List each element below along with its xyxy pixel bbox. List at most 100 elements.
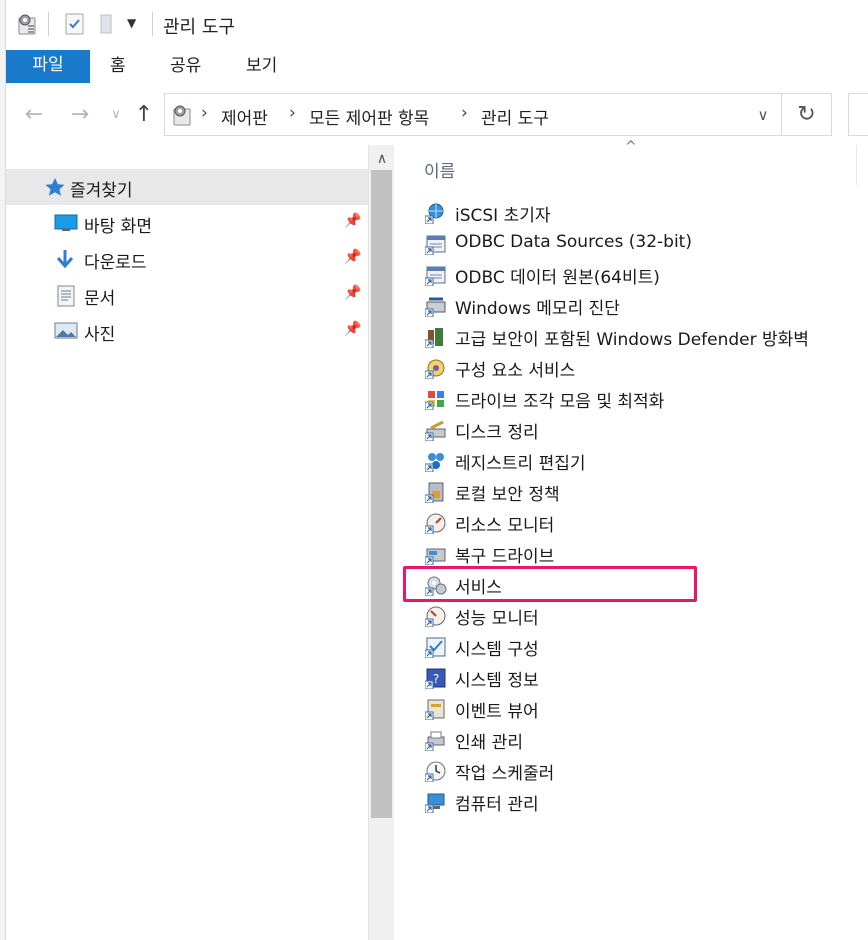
file-list-item-label: 구성 요소 서비스 — [455, 361, 576, 381]
file-list-item[interactable]: 복구 드라이브 — [422, 538, 862, 569]
file-list-item[interactable]: 구성 요소 서비스 — [422, 352, 862, 383]
pin-icon[interactable]: 📌 — [344, 321, 361, 337]
chevron-right-icon[interactable]: › — [461, 103, 468, 123]
breadcrumb-admin-tools[interactable]: 관리 도구 — [481, 104, 549, 129]
file-list-item-label: 시스템 구성 — [455, 640, 539, 660]
file-list-item-label: 시스템 정보 — [455, 671, 539, 691]
sort-ascending-icon: ^ — [625, 139, 637, 155]
sidebar-item-desktop[interactable]: 바탕 화면 📌 — [6, 205, 368, 241]
pin-icon[interactable]: 📌 — [344, 213, 361, 229]
security-policy-icon — [424, 481, 447, 504]
up-arrow-icon[interactable]: ↑ — [132, 103, 156, 127]
file-list-item[interactable]: 시스템 구성 — [422, 631, 862, 662]
file-list-item[interactable]: 디스크 정리 — [422, 414, 862, 445]
sidebar-item-label: 사진 — [84, 325, 116, 345]
column-header-name[interactable]: 이름 — [424, 157, 455, 182]
documents-icon — [56, 285, 78, 307]
file-list-item-label: 드라이브 조각 모음 및 최적화 — [455, 392, 665, 412]
file-list-item-label: 디스크 정리 — [455, 423, 539, 443]
tab-home[interactable]: 홈 — [110, 50, 126, 83]
scroll-up-icon[interactable]: ∧ — [369, 151, 395, 167]
file-list-item-label: 이벤트 뷰어 — [455, 702, 539, 722]
scrollbar-thumb[interactable] — [371, 170, 392, 818]
task-scheduler-icon — [424, 760, 447, 783]
file-list-item[interactable]: 작업 스케줄러 — [422, 755, 862, 786]
file-list-item[interactable]: 로컬 보안 정책 — [422, 476, 862, 507]
separator — [152, 12, 153, 36]
file-list-item[interactable]: 인쇄 관리 — [422, 724, 862, 755]
resource-monitor-icon — [424, 512, 447, 535]
file-list-item[interactable]: 리소스 모니터 — [422, 507, 862, 538]
file-list-item[interactable]: 성능 모니터 — [422, 600, 862, 631]
firewall-icon — [424, 326, 447, 349]
desktop-icon — [54, 213, 78, 233]
component-services-icon — [424, 357, 447, 380]
file-list-item[interactable]: ODBC Data Sources (32-bit) — [422, 228, 862, 259]
separator — [48, 12, 49, 36]
computer-management-icon — [424, 791, 447, 814]
file-list-item-label: 성능 모니터 — [455, 609, 539, 629]
address-bar[interactable]: › 제어판 › 모든 제어판 항목 › 관리 도구 ∨ — [164, 93, 782, 136]
sidebar-item-pictures[interactable]: 사진 📌 — [6, 313, 368, 349]
address-dropdown-icon[interactable]: ∨ — [750, 102, 776, 128]
star-icon — [44, 177, 66, 197]
breadcrumb-control-panel[interactable]: 제어판 — [221, 104, 268, 129]
file-list-item[interactable]: ? 시스템 정보 — [422, 662, 862, 693]
navigation-pane: 즐겨찾기 바탕 화면 📌 다운로드 📌 문서 📌 사진 📌 — [6, 145, 368, 940]
navigation-scrollbar[interactable]: ∧ — [368, 145, 394, 940]
iscsi-icon — [424, 202, 447, 225]
recent-locations-icon[interactable]: ∨ — [104, 103, 128, 127]
disk-cleanup-icon — [424, 419, 447, 442]
file-list-item-label: iSCSI 초기자 — [455, 206, 551, 226]
file-list-item[interactable]: ODBC 데이터 원본(64비트) — [422, 259, 862, 290]
admin-tools-icon[interactable] — [16, 12, 40, 41]
file-list: ^ 이름 iSCSI 초기자 ODBC Data Sources (32-bit)… — [394, 139, 868, 940]
new-folder-icon[interactable] — [98, 12, 114, 41]
print-management-icon — [424, 729, 447, 752]
column-divider[interactable] — [856, 145, 857, 185]
forward-arrow-icon[interactable]: → — [68, 103, 92, 127]
file-list-item[interactable]: 고급 보안이 포함된 Windows Defender 방화벽 — [422, 321, 862, 352]
svg-text:?: ? — [433, 672, 439, 686]
refresh-button[interactable]: ↻ — [782, 93, 832, 136]
title-bar: ▼ 관리 도구 — [6, 0, 868, 50]
file-list-item[interactable]: Windows 메모리 진단 — [422, 290, 862, 321]
properties-icon[interactable] — [64, 12, 86, 41]
file-list-item-label: 고급 보안이 포함된 Windows Defender 방화벽 — [455, 330, 809, 350]
file-list-item-label: 로컬 보안 정책 — [455, 485, 560, 505]
file-list-item[interactable]: 컴퓨터 관리 — [422, 786, 862, 817]
tab-share[interactable]: 공유 — [170, 50, 201, 83]
file-list-item-label: Windows 메모리 진단 — [455, 299, 620, 319]
event-viewer-icon — [424, 698, 447, 721]
search-input[interactable] — [848, 93, 868, 136]
sidebar-item-downloads[interactable]: 다운로드 📌 — [6, 241, 368, 277]
sidebar-item-label: 문서 — [84, 289, 116, 309]
sidebar-item-quick-access[interactable]: 즐겨찾기 — [6, 169, 368, 205]
sidebar-item-label: 즐겨찾기 — [70, 181, 133, 201]
pin-icon[interactable]: 📌 — [344, 285, 361, 301]
system-config-icon — [424, 636, 447, 659]
memory-diagnostic-icon — [424, 295, 447, 318]
defrag-icon — [424, 388, 447, 411]
odbc-icon — [424, 233, 447, 256]
file-list-item-label: 작업 스케줄러 — [455, 764, 555, 784]
file-list-item[interactable]: 레지스트리 편집기 — [422, 445, 862, 476]
tab-file[interactable]: 파일 — [6, 50, 90, 83]
chevron-right-icon[interactable]: › — [289, 103, 296, 123]
breadcrumb-all-items[interactable]: 모든 제어판 항목 — [309, 104, 429, 129]
customize-toolbar-icon[interactable]: ▼ — [127, 16, 136, 30]
file-list-item-label: 레지스트리 편집기 — [455, 454, 586, 474]
file-list-item[interactable]: iSCSI 초기자 — [422, 197, 862, 228]
pin-icon[interactable]: 📌 — [344, 249, 361, 265]
ribbon-tabs: 파일 홈 공유 보기 — [6, 50, 868, 83]
file-list-item[interactable]: 드라이브 조각 모음 및 최적화 — [422, 383, 862, 414]
registry-icon — [424, 450, 447, 473]
chevron-right-icon[interactable]: › — [201, 103, 208, 123]
sidebar-item-documents[interactable]: 문서 📌 — [6, 277, 368, 313]
tab-view[interactable]: 보기 — [246, 50, 277, 83]
pictures-icon — [54, 321, 78, 341]
file-list-item-label: 복구 드라이브 — [455, 547, 555, 567]
back-arrow-icon[interactable]: ← — [22, 103, 46, 127]
file-list-item[interactable]: 이벤트 뷰어 — [422, 693, 862, 724]
sidebar-item-label: 다운로드 — [84, 253, 147, 273]
